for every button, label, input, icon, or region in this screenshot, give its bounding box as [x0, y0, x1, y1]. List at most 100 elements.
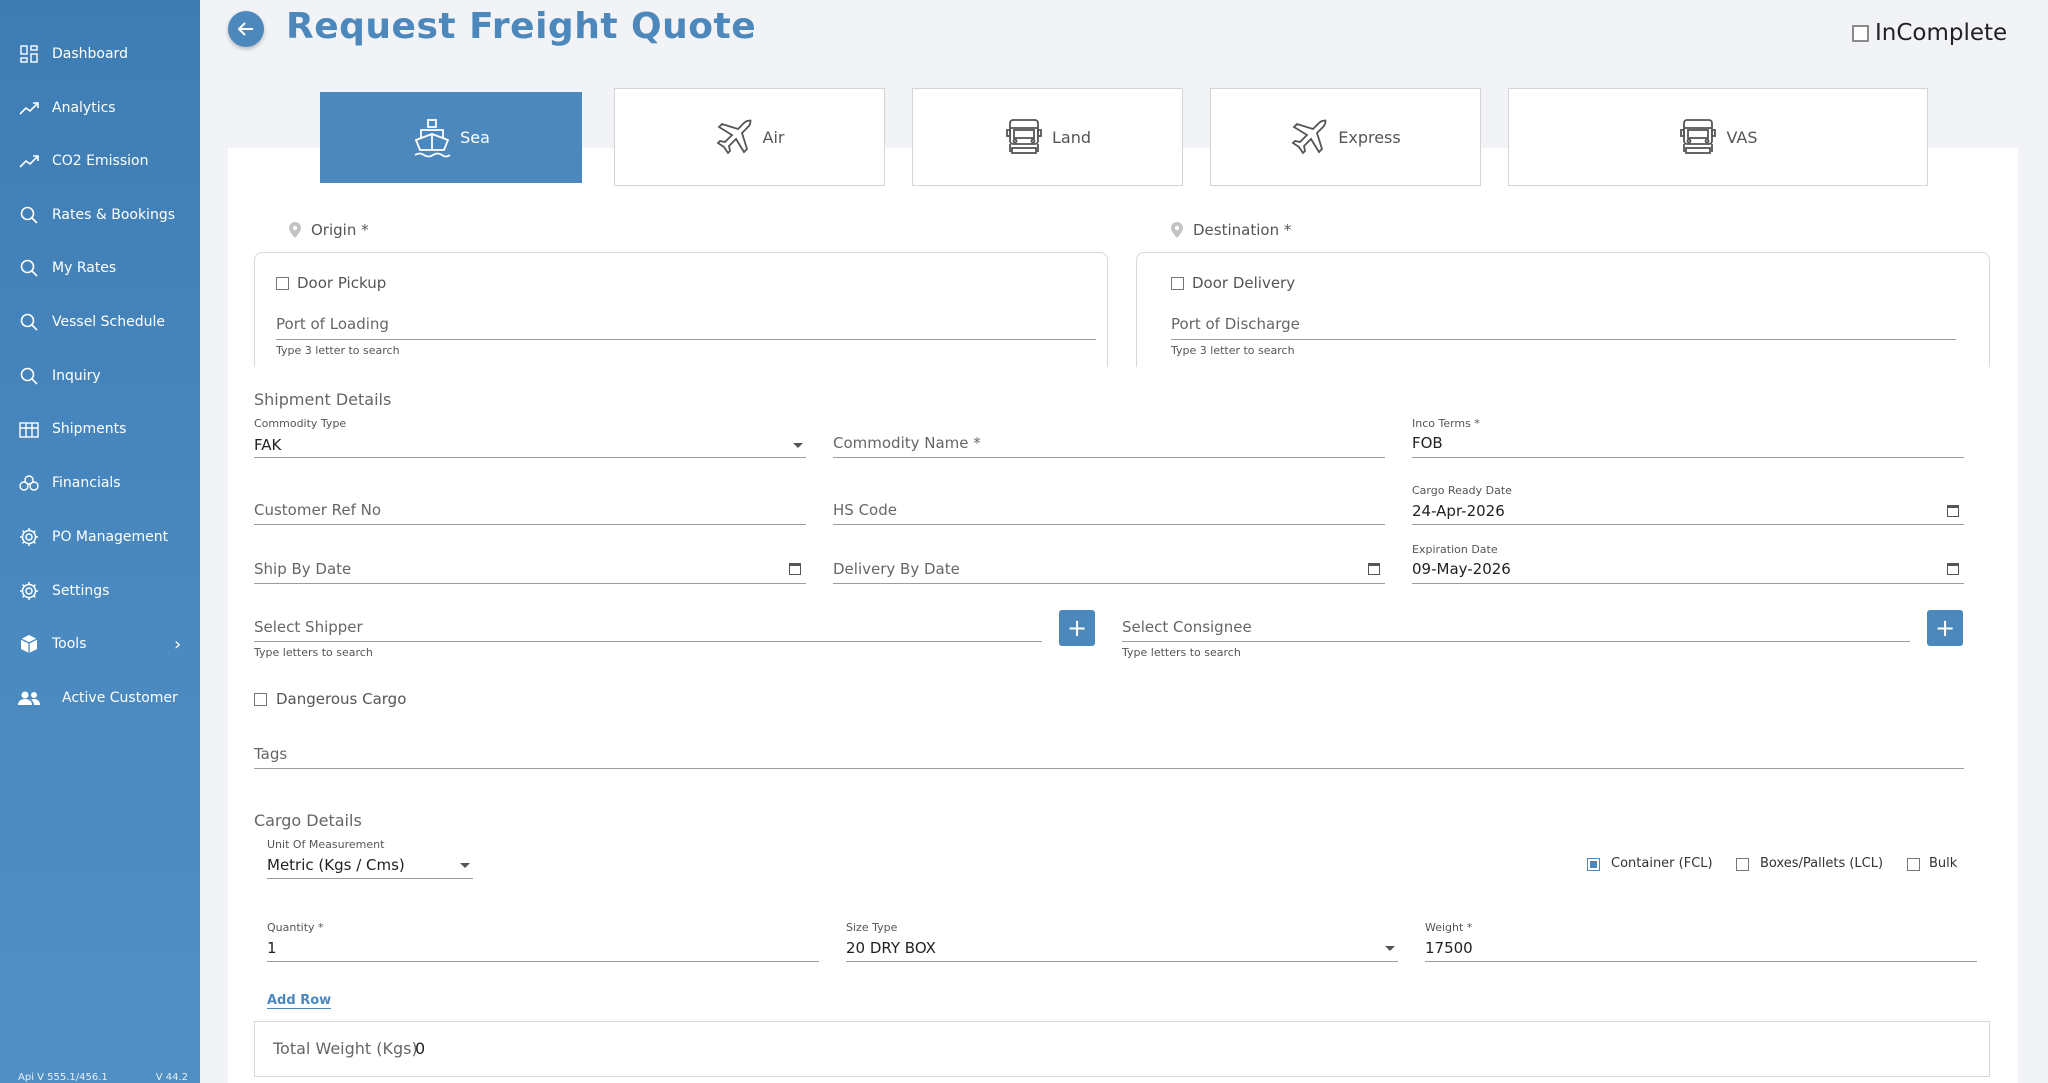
sidebar: Dashboard Analytics CO2 Emission Rates &…: [0, 0, 200, 1083]
add-row-button[interactable]: Add Row: [267, 993, 332, 1009]
quantity-input[interactable]: 1: [267, 939, 277, 957]
truck-icon: [1004, 117, 1044, 157]
size-type-label: Size Type: [846, 921, 898, 934]
tab-vas[interactable]: VAS: [1508, 88, 1928, 186]
bulk-checkbox[interactable]: [1907, 858, 1920, 871]
inco-terms-input[interactable]: FOB: [1412, 434, 1443, 452]
tab-label: Land: [1051, 127, 1091, 147]
sidebar-item-tools[interactable]: Tools ›: [18, 629, 188, 659]
sidebar-item-label: Tools: [52, 636, 87, 652]
hs-code-input[interactable]: HS Code: [833, 501, 897, 519]
chevron-right-icon: ›: [174, 633, 182, 655]
box-icon: [18, 633, 40, 655]
sidebar-item-po-management[interactable]: PO Management: [18, 522, 168, 552]
sidebar-item-label: PO Management: [52, 529, 169, 545]
container-fcl-checkbox[interactable]: [1587, 858, 1600, 871]
sidebar-item-label: Vessel Schedule: [52, 314, 165, 330]
size-type-select[interactable]: 20 DRY BOX: [846, 939, 936, 957]
ship-icon: [412, 118, 452, 158]
uom-select[interactable]: Metric (Kgs / Cms): [267, 856, 405, 874]
add-consignee-button[interactable]: +: [1927, 610, 1963, 646]
quantity-label: Quantity *: [267, 921, 324, 934]
checkbox[interactable]: [1852, 24, 1869, 42]
dangerous-cargo-checkbox[interactable]: [254, 693, 267, 706]
cargo-ready-date-input[interactable]: 24-Apr-2026: [1412, 502, 1505, 520]
total-weight-value: 0: [415, 1039, 426, 1058]
commodity-name-input[interactable]: Commodity Name *: [833, 434, 981, 452]
calendar-icon[interactable]: [1368, 563, 1380, 575]
search-icon: [18, 365, 40, 387]
tags-input[interactable]: Tags: [254, 745, 287, 763]
door-delivery-checkbox[interactable]: [1171, 277, 1184, 290]
weight-input[interactable]: 17500: [1425, 939, 1473, 957]
sidebar-item-label: Financials: [52, 475, 121, 491]
ship-by-date-input[interactable]: Ship By Date: [254, 560, 351, 578]
calendar-icon[interactable]: [1947, 505, 1959, 517]
port-of-discharge-underline: [1171, 339, 1956, 340]
truck-icon: [1678, 117, 1718, 157]
port-of-loading-input[interactable]: Port of Loading: [276, 315, 389, 333]
sidebar-item-label: Dashboard: [52, 46, 128, 62]
consignee-underline: [1122, 641, 1910, 642]
commodity-name-underline: [833, 457, 1385, 458]
plus-icon: +: [1934, 614, 1956, 642]
page-title: Request Freight Quote: [286, 6, 757, 47]
expiration-date-input[interactable]: 09-May-2026: [1412, 560, 1511, 578]
port-of-loading-underline: [276, 339, 1096, 340]
shipper-hint: Type letters to search: [254, 646, 373, 659]
sidebar-item-active-customer[interactable]: Active Customer: [18, 683, 178, 713]
cargo-ready-underline: [1412, 524, 1964, 525]
sidebar-item-inquiry[interactable]: Inquiry: [18, 361, 101, 391]
port-of-discharge-input[interactable]: Port of Discharge: [1171, 315, 1300, 333]
sidebar-item-rates-bookings[interactable]: Rates & Bookings: [18, 200, 175, 230]
calendar-icon[interactable]: [789, 563, 801, 575]
door-pickup-checkbox[interactable]: [276, 277, 289, 290]
sidebar-item-dashboard[interactable]: Dashboard: [18, 39, 128, 69]
checkmark-icon: [1590, 861, 1597, 868]
sidebar-item-label: My Rates: [52, 260, 117, 276]
total-weight-box: Total Weight (Kgs) 0: [254, 1021, 1990, 1077]
tab-express[interactable]: Express: [1210, 88, 1481, 186]
inco-terms-label: Inco Terms *: [1412, 417, 1480, 430]
sidebar-item-co2-emission[interactable]: CO2 Emission: [18, 146, 148, 176]
tab-label: Express: [1338, 127, 1401, 147]
delivery-by-underline: [833, 583, 1385, 584]
sidebar-item-vessel-schedule[interactable]: Vessel Schedule: [18, 307, 165, 337]
sidebar-item-label: Active Customer: [62, 690, 178, 706]
app-version: V 44.2: [155, 1072, 188, 1083]
trend-icon: [18, 150, 40, 172]
shipment-details-title: Shipment Details: [254, 390, 392, 409]
delivery-by-date-input[interactable]: Delivery By Date: [833, 560, 960, 578]
sidebar-item-settings[interactable]: Settings: [18, 576, 109, 606]
trend-icon: [18, 97, 40, 119]
tab-sea[interactable]: Sea: [320, 92, 582, 183]
commodity-type-select[interactable]: FAK: [254, 436, 281, 454]
add-shipper-button[interactable]: +: [1059, 610, 1095, 646]
customer-ref-input[interactable]: Customer Ref No: [254, 501, 381, 519]
incomplete-checkbox[interactable]: InComplete: [1852, 20, 2007, 46]
shipper-input[interactable]: Select Shipper: [254, 618, 363, 636]
sidebar-item-analytics[interactable]: Analytics: [18, 93, 116, 123]
back-button[interactable]: [228, 11, 264, 47]
weight-label: Weight *: [1425, 921, 1473, 934]
port-of-discharge-hint: Type 3 letter to search: [1171, 344, 1295, 357]
commodity-type-underline: [254, 457, 806, 458]
boxes-pallets-checkbox[interactable]: [1736, 858, 1749, 871]
financials-icon: [18, 472, 40, 494]
door-pickup-label: Door Pickup: [297, 274, 387, 292]
sidebar-item-financials[interactable]: Financials: [18, 468, 121, 498]
tab-land[interactable]: Land: [912, 88, 1183, 186]
sidebar-item-label: CO2 Emission: [52, 153, 149, 169]
total-weight-label: Total Weight (Kgs): [273, 1039, 418, 1058]
shipper-underline: [254, 641, 1042, 642]
tab-air[interactable]: Air: [614, 88, 885, 186]
calendar-icon[interactable]: [1947, 563, 1959, 575]
tags-underline: [254, 768, 1964, 769]
consignee-input[interactable]: Select Consignee: [1122, 618, 1252, 636]
container-fcl-label: Container (FCL): [1611, 856, 1713, 871]
sidebar-item-my-rates[interactable]: My Rates: [18, 253, 116, 283]
sidebar-item-label: Shipments: [52, 421, 127, 437]
plane-icon: [1290, 117, 1330, 157]
tab-label: Air: [762, 127, 785, 147]
sidebar-item-shipments[interactable]: Shipments: [18, 414, 126, 444]
